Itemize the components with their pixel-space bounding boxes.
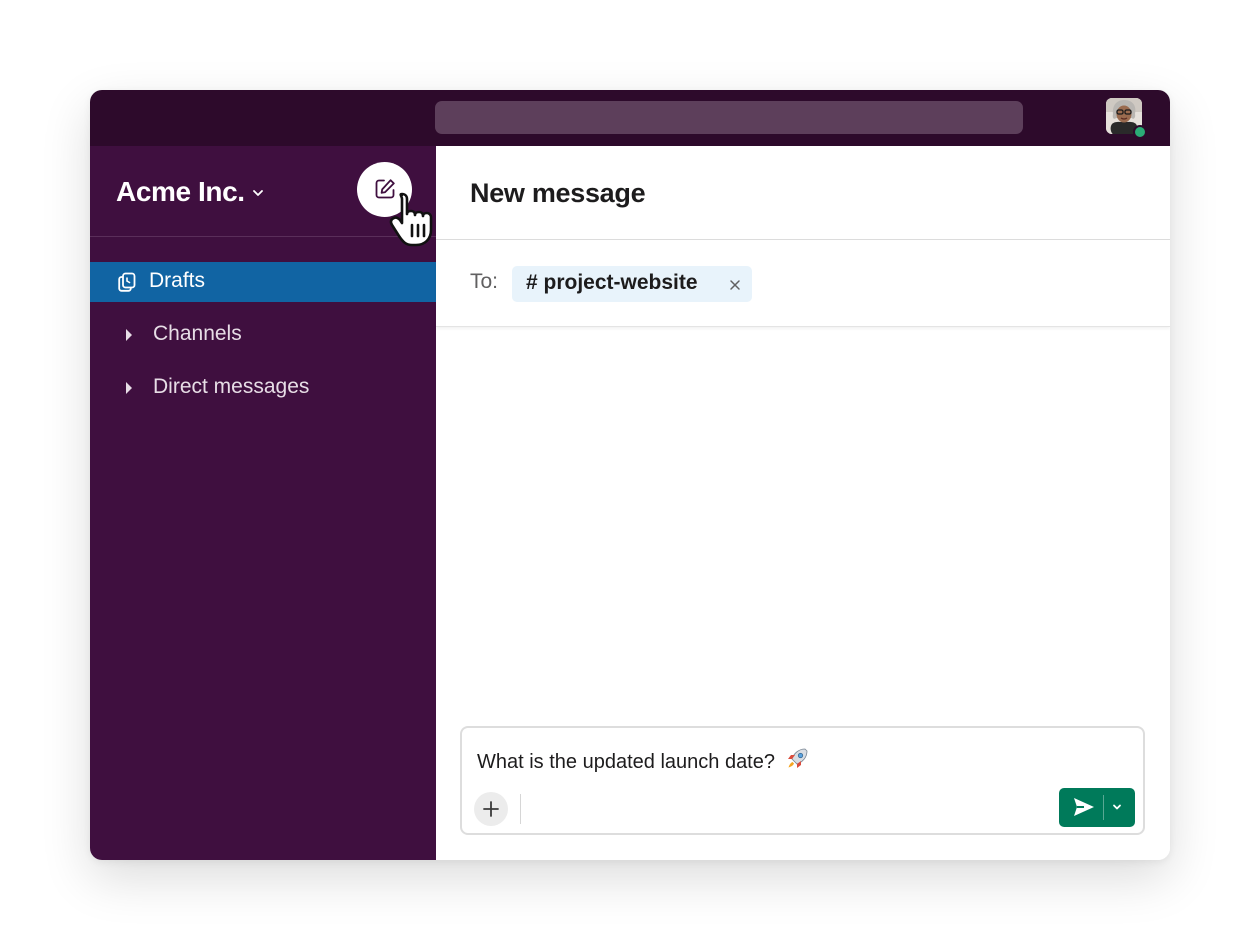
page-title: New message bbox=[470, 178, 646, 208]
divider bbox=[520, 794, 521, 824]
plus-icon bbox=[483, 801, 499, 817]
divider bbox=[1103, 795, 1104, 820]
sidebar-item-label: Direct messages bbox=[153, 375, 310, 398]
workspace-header: Acme Inc. bbox=[90, 146, 436, 247]
send-icon bbox=[1074, 798, 1094, 816]
message-composer[interactable]: What is the updated launch date? bbox=[460, 726, 1145, 835]
attach-button[interactable] bbox=[474, 792, 508, 826]
recipient-chip[interactable]: # project-website bbox=[512, 266, 752, 302]
caret-right-icon bbox=[126, 382, 132, 394]
hand-cursor-icon bbox=[389, 192, 433, 247]
send-button[interactable] bbox=[1059, 788, 1135, 827]
message-text: What is the updated launch date? bbox=[477, 751, 775, 773]
sidebar-item-channels[interactable]: Channels bbox=[90, 315, 436, 355]
chevron-down-icon[interactable] bbox=[1111, 801, 1123, 813]
sidebar-item-label: Drafts bbox=[149, 269, 206, 292]
search-bar[interactable] bbox=[435, 101, 1023, 134]
caret-right-icon bbox=[126, 329, 132, 341]
main-pane: New message To: # project-website What i… bbox=[436, 146, 1170, 860]
rocket-icon bbox=[787, 748, 807, 768]
workspace-name[interactable]: Acme Inc. bbox=[116, 176, 245, 208]
sidebar-item-drafts[interactable]: Drafts bbox=[90, 262, 436, 302]
recipient-row: To: # project-website bbox=[436, 240, 1170, 327]
app-window: Acme Inc. Drafts Channels Direct message… bbox=[90, 90, 1170, 860]
top-bar bbox=[90, 90, 1170, 146]
close-icon[interactable] bbox=[728, 278, 742, 292]
recipient-chip-label: # project-website bbox=[526, 271, 698, 294]
to-label: To: bbox=[470, 270, 499, 293]
sidebar-item-direct-messages[interactable]: Direct messages bbox=[90, 368, 436, 408]
message-input[interactable]: What is the updated launch date? bbox=[477, 747, 809, 774]
sidebar-item-label: Channels bbox=[153, 322, 242, 345]
sidebar: Acme Inc. Drafts Channels Direct message… bbox=[90, 146, 436, 860]
chevron-down-icon[interactable] bbox=[251, 186, 265, 200]
drafts-icon bbox=[118, 272, 136, 292]
presence-indicator bbox=[1133, 125, 1147, 139]
